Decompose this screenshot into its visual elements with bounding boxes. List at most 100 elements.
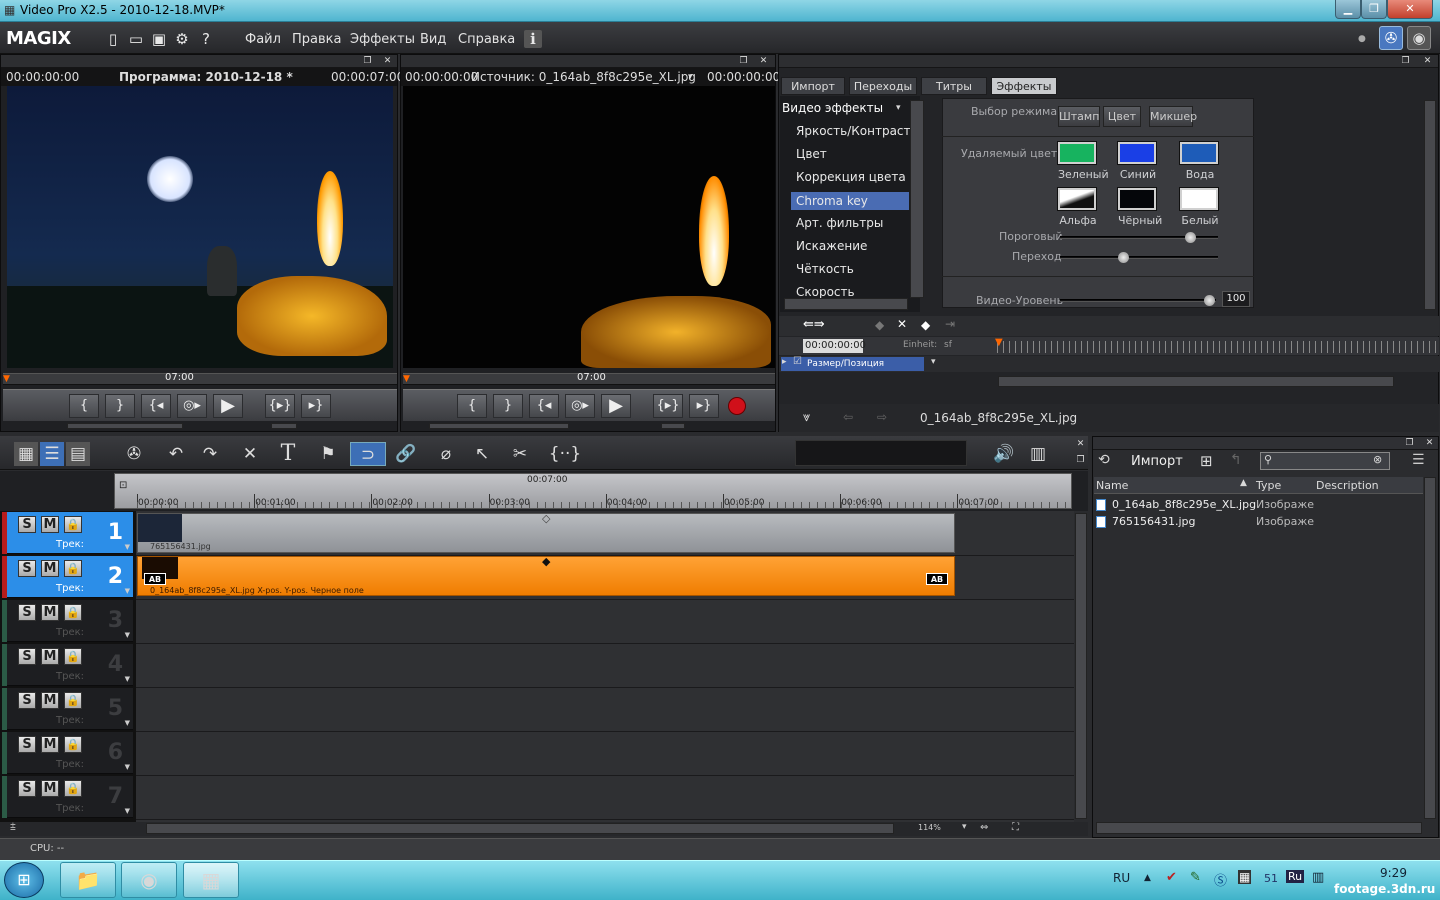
transition-slider[interactable] — [1060, 252, 1218, 263]
close-window-button[interactable]: ✕ — [1387, 0, 1433, 19]
maximize-button[interactable]: ❐ — [1361, 0, 1387, 19]
effect-brightness[interactable]: Яркость/Контраст — [796, 124, 911, 138]
open-folder-icon[interactable]: ▭ — [127, 30, 145, 48]
range-icon[interactable]: {··} — [548, 442, 582, 466]
marker-flag-icon[interactable]: ⚑ — [316, 442, 340, 466]
back-arrow-icon[interactable]: ⇦ — [843, 410, 853, 424]
restore-icon[interactable]: ❐ — [1403, 438, 1416, 449]
solo-button[interactable]: S — [18, 736, 36, 753]
lock-icon[interactable]: 🔒 — [64, 516, 82, 533]
speaker-icon[interactable]: 🔊 — [992, 442, 1016, 466]
tab-transitions[interactable]: Переходы — [849, 77, 917, 95]
close-icon[interactable]: ✕ — [1421, 56, 1434, 67]
reel-menu-icon[interactable]: ✇ — [122, 442, 146, 466]
set-in-button[interactable]: { — [69, 394, 99, 418]
threshold-slider-knob[interactable] — [1184, 232, 1196, 243]
lock-icon[interactable]: 🔒 — [64, 648, 82, 665]
swatch-5[interactable] — [1179, 187, 1219, 211]
column-name[interactable]: Name — [1096, 479, 1128, 492]
play-button[interactable]: ▶ — [213, 394, 243, 418]
snap-icon[interactable]: ⊃ — [350, 442, 386, 466]
keyframe-marker[interactable]: ◇ — [542, 512, 550, 525]
timeline-vscrollbar[interactable] — [1075, 513, 1087, 819]
menu-edit[interactable]: Правка — [292, 32, 341, 47]
network-icon[interactable]: ▥ — [1312, 870, 1324, 885]
chevron-down-icon[interactable]: ▾ — [688, 68, 693, 86]
minimize-button[interactable]: ▁ — [1335, 0, 1361, 19]
video-level-slider-knob[interactable] — [1204, 295, 1215, 306]
tray-icon[interactable]: ✔ — [1166, 870, 1177, 885]
set-in-button[interactable]: { — [457, 394, 487, 418]
tray-number[interactable]: 51 — [1264, 872, 1278, 885]
menu-effects[interactable]: Эффекты — [350, 32, 415, 47]
menu-file[interactable]: Файл — [245, 32, 281, 47]
track-header-7[interactable]: S M 🔒 Трек: 7 ▼ — [2, 776, 133, 818]
mode-color-button[interactable]: Цвет — [1103, 106, 1141, 127]
tray-expand-icon[interactable]: ▲ — [1144, 873, 1151, 883]
clip-track-1[interactable]: 765156431.jpg ◇ — [137, 512, 955, 553]
playhead-marker[interactable]: ▼ — [3, 374, 10, 384]
timeline-view-icon[interactable]: ☰ — [40, 442, 64, 466]
play-button[interactable]: ▶ — [601, 394, 631, 418]
mute-button[interactable]: M — [41, 516, 59, 533]
clear-search-icon[interactable]: ⊗ — [1373, 453, 1382, 466]
playhead-marker[interactable]: ▼ — [403, 374, 410, 384]
list-view-icon[interactable]: ☰ — [1412, 452, 1425, 468]
start-button[interactable]: ⊞ — [4, 862, 44, 898]
play-range-button[interactable]: {▸} — [653, 394, 683, 418]
add-keyframe-icon[interactable]: ◆ — [875, 318, 884, 332]
clip-track-2[interactable]: AB AB 0_164ab_8f8c295e_XL.jpg X-pos. Y-p… — [137, 555, 955, 596]
prev-keyframe-icon[interactable]: ⇚⇛ — [803, 317, 825, 332]
undo-icon[interactable]: ↶ — [164, 442, 188, 466]
link-icon[interactable]: 🔗 — [394, 442, 418, 466]
mode-mixer-button[interactable]: Микшер — [1149, 106, 1197, 127]
mute-button[interactable]: M — [41, 736, 59, 753]
add-icon[interactable]: ⊞ — [1200, 452, 1213, 470]
settings-icon[interactable]: ⚙ — [173, 30, 191, 48]
track-header-3[interactable]: S M 🔒 Трек: 3 ▼ — [2, 600, 133, 642]
mode-stamp-button[interactable]: Штамп — [1058, 106, 1100, 127]
effects-list-hscrollbar[interactable] — [784, 298, 908, 310]
keyframe-ruler[interactable] — [997, 341, 1437, 353]
keyframe-hscrollbar[interactable] — [998, 376, 1394, 387]
redo-icon[interactable]: ↷ — [198, 442, 222, 466]
menu-help[interactable]: Справка — [458, 32, 515, 47]
fit-icon[interactable]: ⛶ — [1012, 822, 1019, 833]
restore-icon[interactable]: ❐ — [1399, 56, 1412, 67]
import-file-row[interactable]: 765156431.jpg Изображе — [1096, 515, 1416, 531]
zoom-icon[interactable]: ⇔ — [980, 822, 988, 833]
title-text-icon[interactable]: T — [276, 442, 300, 466]
loop-play-button[interactable]: ◎▸ — [565, 394, 595, 418]
disc-icon[interactable]: ◉ — [1407, 26, 1431, 50]
mute-button[interactable]: M — [41, 604, 59, 621]
help-cursor-icon[interactable]: ? — [197, 30, 215, 48]
save-icon[interactable]: ▣ — [150, 30, 168, 48]
program-ruler[interactable]: 07:00 ▼ — [3, 372, 397, 385]
timeline-hscrollbar[interactable] — [146, 823, 894, 834]
effect-distortion[interactable]: Искажение — [796, 239, 867, 253]
swatch-0[interactable] — [1057, 141, 1097, 165]
mute-button[interactable]: M — [41, 560, 59, 577]
source-ruler[interactable]: 07:00 ▼ — [403, 372, 775, 385]
chevron-down-icon[interactable]: ▼ — [125, 807, 130, 815]
source-title[interactable]: Источник: 0_164ab_8f8c295e_XL.jpg — [471, 68, 696, 86]
restore-icon[interactable]: ❐ — [1074, 455, 1087, 466]
tab-import[interactable]: Импорт — [781, 77, 845, 95]
effect-chroma-key[interactable]: Chroma key — [791, 192, 909, 210]
tray-icon[interactable]: ✎ — [1190, 870, 1201, 885]
swatch-4[interactable] — [1117, 187, 1157, 211]
add-track-icon[interactable]: ⩲ — [10, 822, 16, 833]
effect-speed[interactable]: Скорость — [796, 285, 855, 299]
film-reel-icon[interactable]: ✇ — [1379, 26, 1403, 50]
goto-out-button[interactable]: ▸} — [301, 394, 331, 418]
close-icon[interactable]: ✕ — [1074, 439, 1087, 450]
tab-titles[interactable]: Титры — [921, 77, 987, 95]
effect-color-correction[interactable]: Коррекция цвета — [796, 170, 906, 184]
mute-button[interactable]: M — [41, 648, 59, 665]
effect-sharpness[interactable]: Чёткость — [796, 262, 854, 276]
solo-button[interactable]: S — [18, 692, 36, 709]
import-file-row[interactable]: 0_164ab_8f8c295e_XL.jpg Изображе — [1096, 498, 1416, 514]
effects-list-scrollbar[interactable] — [910, 100, 924, 298]
storyboard-view-icon[interactable]: ▦ — [14, 442, 38, 466]
ab-transition-right[interactable]: AB — [926, 573, 948, 585]
